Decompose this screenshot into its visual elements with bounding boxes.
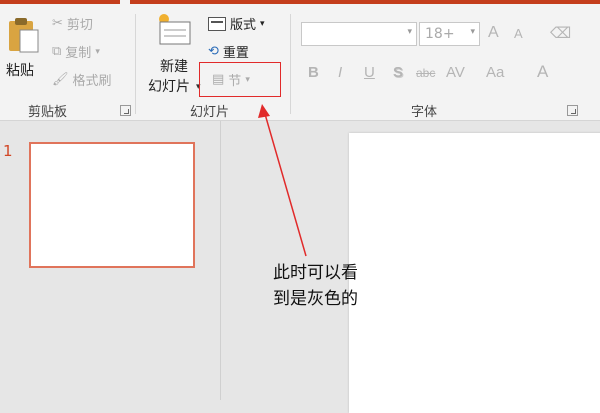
italic-button[interactable]: I: [338, 64, 342, 81]
paste-button[interactable]: 粘贴: [4, 12, 44, 90]
paste-icon: [9, 18, 39, 53]
new-slide-label-2: 幻灯片: [148, 79, 190, 95]
font-dialog-launcher[interactable]: [567, 105, 578, 116]
reset-icon: ⟲: [208, 44, 219, 59]
font-size-combobox[interactable]: 18+ ▾: [419, 22, 480, 46]
font-color-button[interactable]: A: [537, 62, 548, 82]
clear-format-icon[interactable]: ⌫: [550, 24, 571, 42]
brush-icon: 🖌: [52, 72, 69, 87]
strikethrough-button[interactable]: abc: [416, 66, 435, 80]
cut-label: 剪切: [66, 18, 93, 33]
annotation-text: 此时可以看 到是灰色的: [273, 260, 393, 312]
new-slide-label-1: 新建: [160, 59, 188, 75]
annotation-line-2: 到是灰色的: [273, 289, 358, 309]
shadow-button[interactable]: S: [393, 64, 403, 81]
highlight-box: [199, 62, 281, 97]
chevron-down-icon: ▾: [95, 46, 100, 57]
underline-button[interactable]: U: [364, 64, 375, 81]
cut-button[interactable]: ✂ 剪切: [52, 14, 93, 33]
paste-label: 粘贴: [6, 63, 34, 79]
new-slide-button[interactable]: 新建 幻灯片 ▾: [146, 10, 201, 96]
copy-button[interactable]: ⧉ 复制 ▾: [52, 42, 100, 61]
copy-icon: ⧉: [52, 44, 62, 59]
ribbon: 粘贴 ✂ 剪切 ⧉ 复制 ▾ 🖌 格式刷 剪贴板 新建 幻灯片 ▾ 版式 ▾ ⟲…: [0, 4, 600, 121]
new-slide-icon: [159, 14, 191, 45]
scissors-icon: ✂: [52, 16, 63, 31]
clipboard-dialog-launcher[interactable]: [120, 105, 131, 116]
grow-font-button[interactable]: A: [488, 24, 499, 42]
pane-splitter[interactable]: [220, 121, 221, 400]
change-case-button[interactable]: Aa: [486, 64, 504, 81]
font-size-value: 18+: [425, 26, 455, 42]
font-name-combobox[interactable]: ▾: [301, 22, 417, 46]
font-group-label: 字体: [411, 105, 438, 120]
annotation-line-1: 此时可以看: [273, 263, 358, 283]
chevron-down-icon: ▾: [260, 18, 265, 29]
group-separator: [290, 14, 291, 114]
slides-group-label: 幻灯片: [190, 105, 230, 120]
layout-label: 版式: [230, 18, 257, 33]
slide-thumbnail[interactable]: [29, 142, 195, 268]
bold-button[interactable]: B: [308, 64, 319, 81]
copy-label: 复制: [65, 46, 92, 61]
clipboard-group-label: 剪贴板: [28, 105, 68, 120]
format-painter-label: 格式刷: [72, 74, 112, 89]
shrink-font-button[interactable]: A: [514, 26, 523, 41]
layout-icon: [208, 16, 226, 31]
chevron-down-icon: ▾: [470, 27, 475, 37]
reset-button[interactable]: ⟲ 重置: [208, 42, 249, 61]
chevron-down-icon: ▾: [407, 27, 412, 37]
slide-number: 1: [3, 142, 13, 160]
reset-label: 重置: [222, 46, 249, 61]
format-painter-button[interactable]: 🖌 格式刷: [52, 70, 112, 89]
layout-button[interactable]: 版式 ▾: [208, 14, 265, 33]
group-separator: [135, 14, 136, 114]
char-spacing-button[interactable]: AV: [446, 64, 465, 81]
